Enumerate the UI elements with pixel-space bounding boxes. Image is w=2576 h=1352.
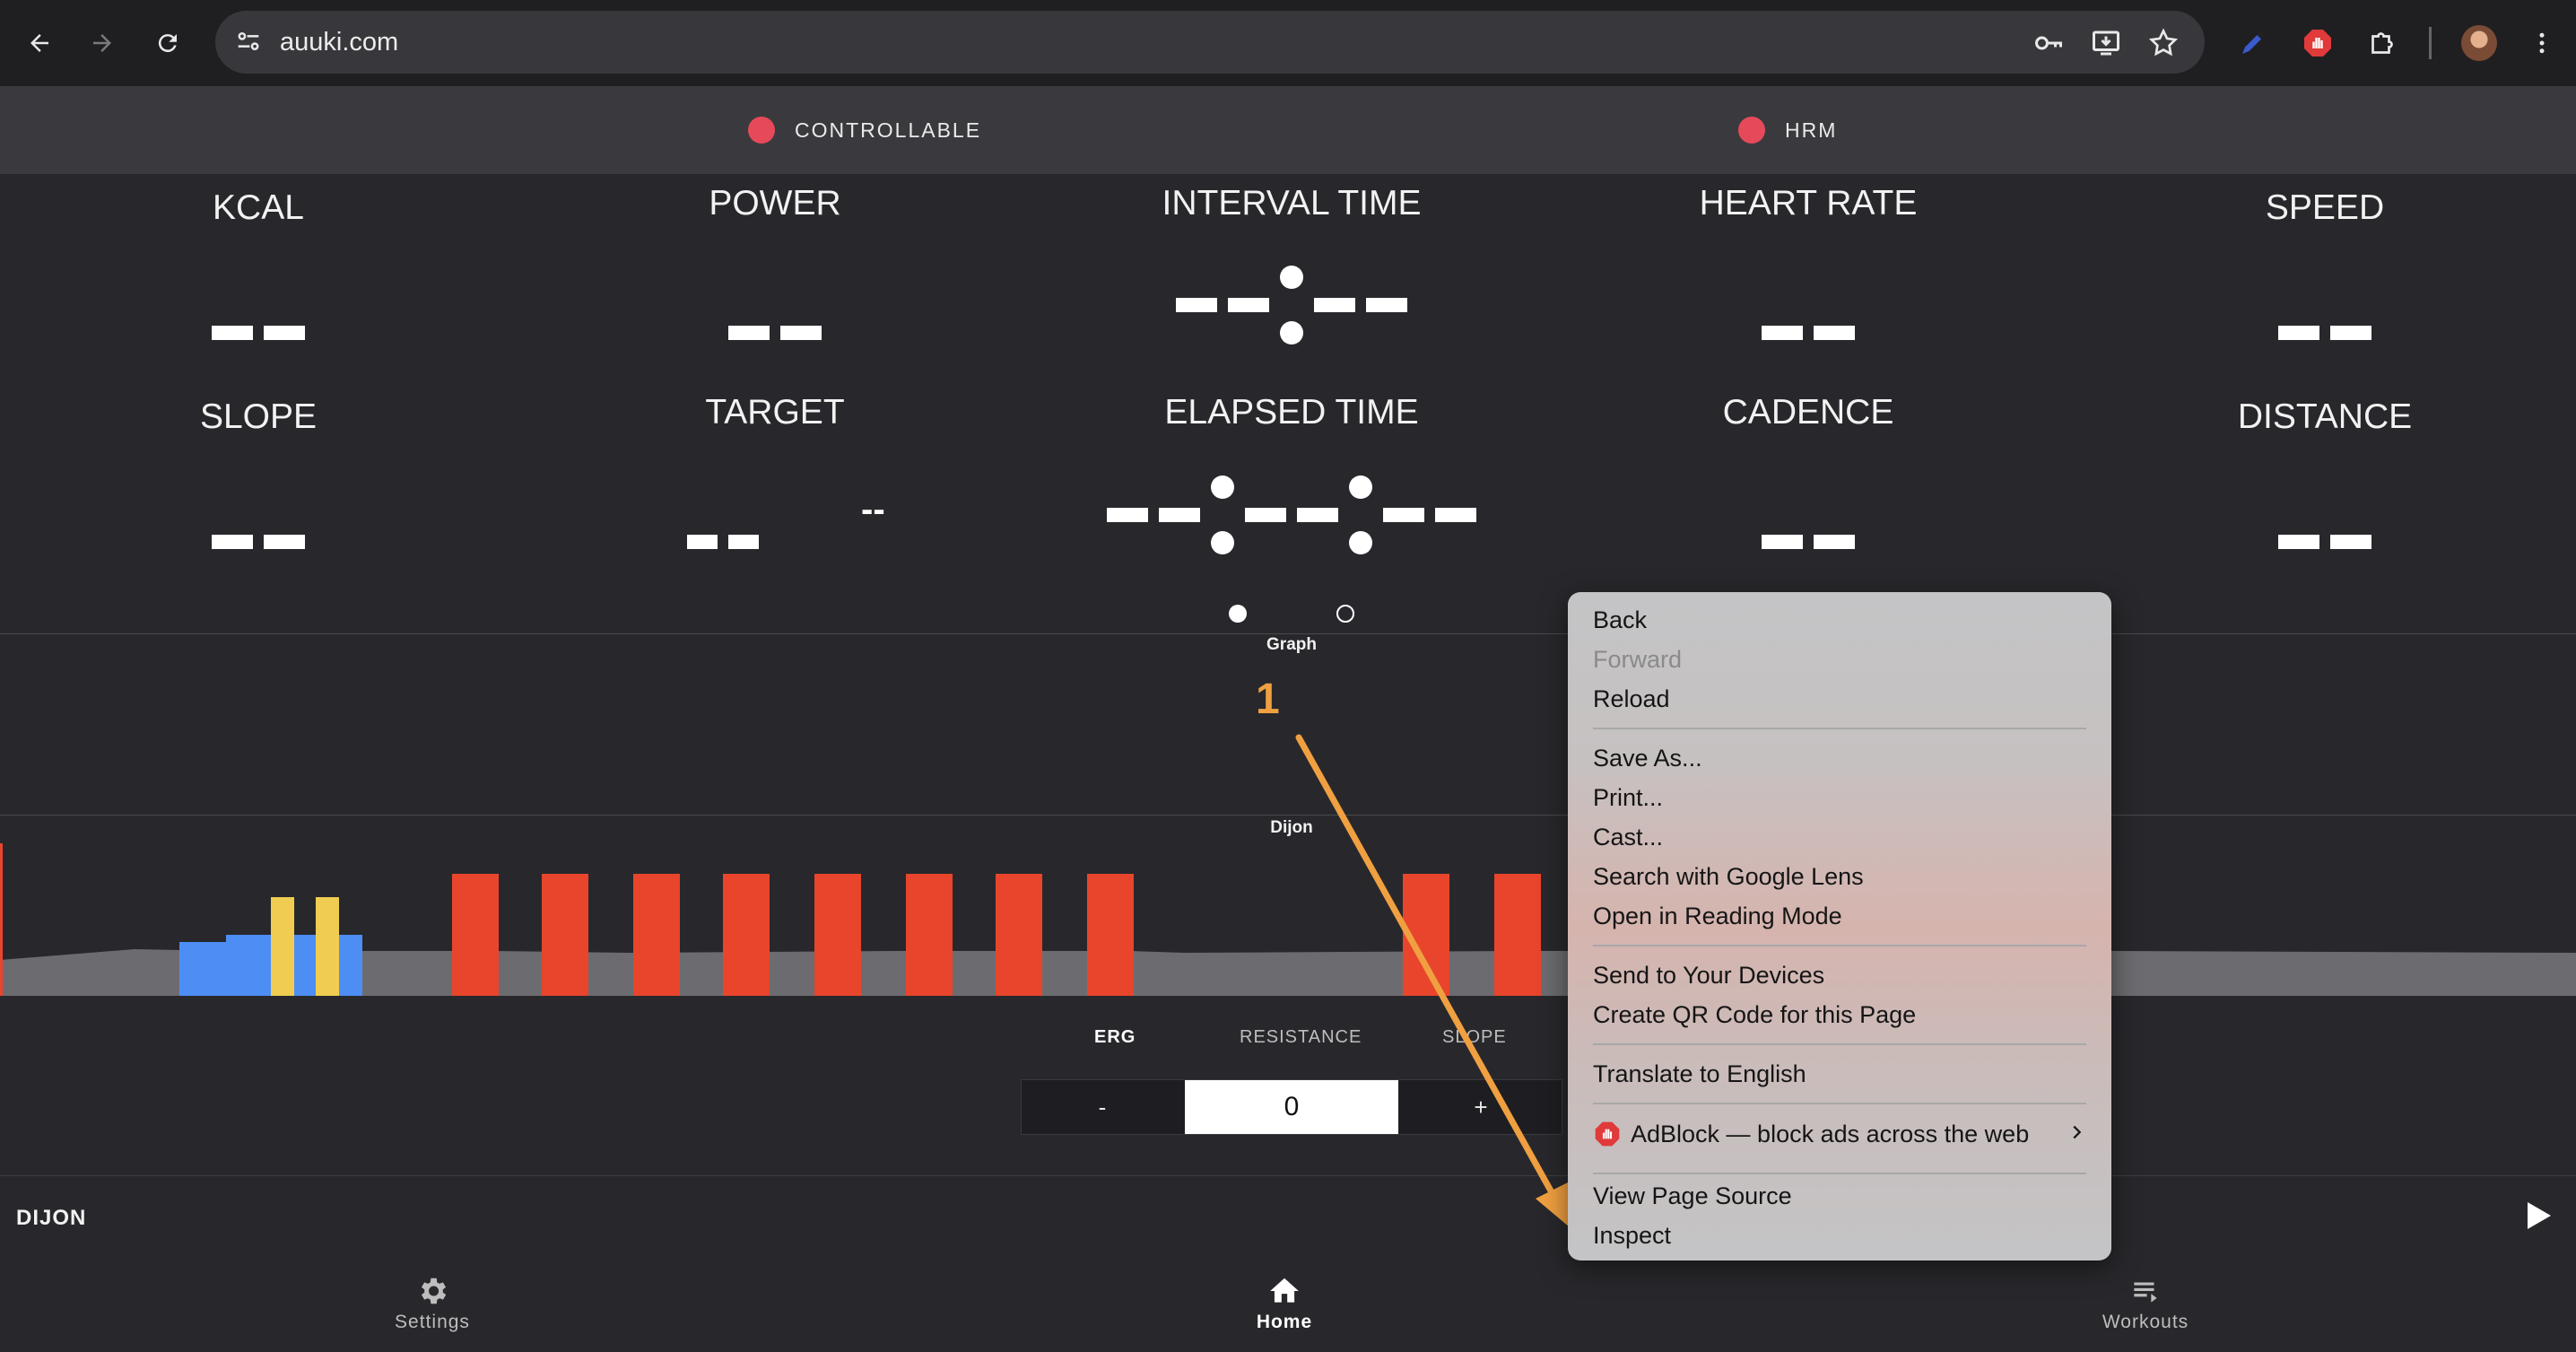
menu-item-reload[interactable]: Reload <box>1593 685 1670 713</box>
menu-item-reading-mode[interactable]: Open in Reading Mode <box>1593 903 1842 930</box>
menu-item-print[interactable]: Print... <box>1593 784 1663 812</box>
menu-item-send-devices[interactable]: Send to Your Devices <box>1593 962 1824 990</box>
menu-item-view-source[interactable]: View Page Source <box>1593 1182 1792 1210</box>
menu-item-adblock[interactable]: AdBlock — block ads across the web <box>1593 1120 2086 1148</box>
menu-item-translate[interactable]: Translate to English <box>1593 1060 1806 1088</box>
menu-separator <box>1593 1173 2086 1174</box>
menu-item-forward[interactable]: Forward <box>1593 646 1682 674</box>
menu-separator <box>1593 945 2086 946</box>
menu-item-back[interactable]: Back <box>1593 606 1647 634</box>
menu-item-google-lens[interactable]: Search with Google Lens <box>1593 863 1864 891</box>
adblock-icon <box>1593 1120 1622 1148</box>
menu-item-qr-code[interactable]: Create QR Code for this Page <box>1593 1001 1916 1029</box>
menu-item-save-as[interactable]: Save As... <box>1593 745 1702 772</box>
menu-item-inspect[interactable]: Inspect <box>1593 1222 1671 1250</box>
menu-separator <box>1593 1103 2086 1104</box>
menu-item-cast[interactable]: Cast... <box>1593 824 1663 851</box>
adblock-label: AdBlock — block ads across the web <box>1631 1120 2030 1147</box>
annotation-arrow <box>1295 734 1571 1227</box>
menu-separator <box>1593 1043 2086 1045</box>
context-menu: Back Forward Reload Save As... Print... … <box>1568 592 2111 1260</box>
chevron-right-icon <box>2067 1121 2086 1148</box>
menu-separator <box>1593 728 2086 729</box>
